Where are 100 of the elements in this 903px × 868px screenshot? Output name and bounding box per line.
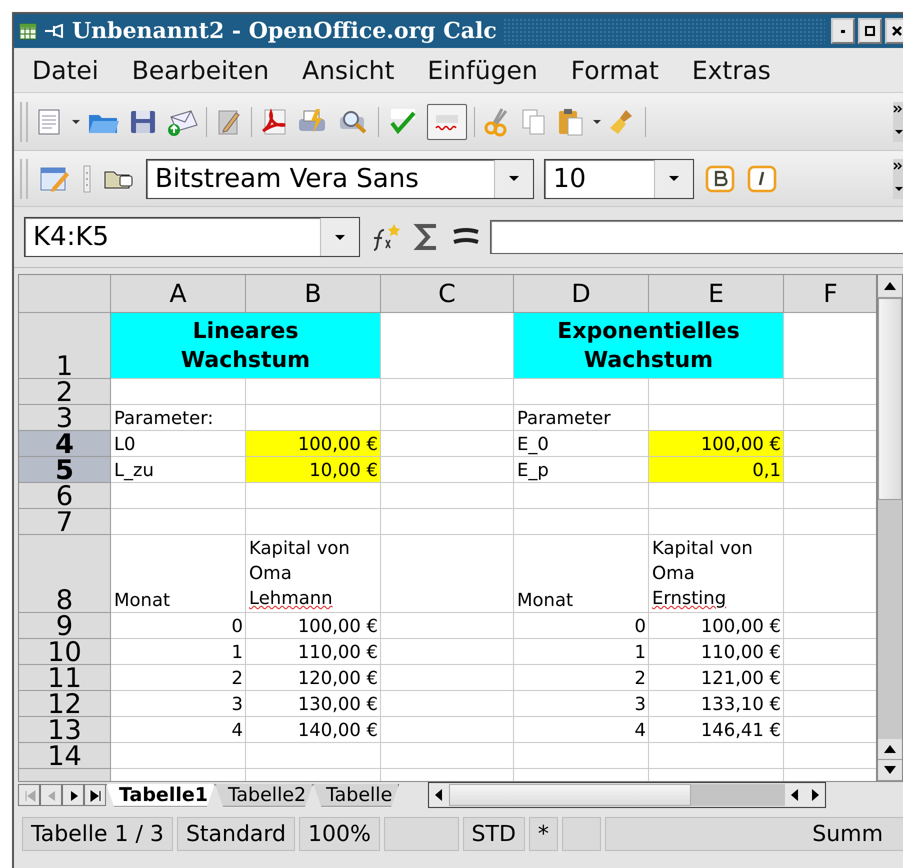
table-cell: Monat bbox=[111, 535, 246, 613]
row-header[interactable]: 2 bbox=[19, 379, 111, 405]
row-header[interactable]: 9 bbox=[19, 613, 111, 639]
font-name-field[interactable]: Bitstream Vera Sans bbox=[146, 158, 534, 198]
column-header[interactable]: E bbox=[649, 275, 784, 313]
close-icon bbox=[892, 26, 902, 36]
pin-icon[interactable] bbox=[44, 24, 66, 38]
table-cell: 120,00 € bbox=[246, 665, 381, 691]
cell-text-line: Lehmann bbox=[249, 587, 333, 611]
table-cell: 1 bbox=[111, 639, 246, 665]
spreadsheet-icon bbox=[18, 21, 38, 41]
table-cell: 2 bbox=[111, 665, 246, 691]
table-cell: 1 bbox=[514, 639, 649, 665]
menu-item[interactable]: Extras bbox=[692, 56, 771, 84]
dropdown-arrow-icon[interactable] bbox=[335, 234, 345, 240]
status-field: Standard bbox=[176, 817, 296, 851]
auto-spellcheck-button[interactable] bbox=[427, 104, 467, 140]
column-header[interactable]: A bbox=[111, 275, 246, 313]
row-header[interactable]: 1 bbox=[19, 313, 111, 379]
sheet-tab[interactable]: Tabelle2 bbox=[214, 784, 314, 806]
table-cell: 0 bbox=[514, 613, 649, 639]
table-cell: Monat bbox=[514, 535, 649, 613]
row-header[interactable]: 8 bbox=[19, 535, 111, 613]
status-field: 100% bbox=[299, 817, 380, 851]
status-field: Tabelle 1 / 3 bbox=[22, 817, 173, 851]
dropdown-arrow-icon[interactable] bbox=[509, 175, 519, 182]
table-cell: 100,00 € bbox=[246, 613, 381, 639]
table-cell: Parameter bbox=[514, 405, 649, 431]
table-cell: 0 bbox=[111, 613, 246, 639]
menu-item[interactable]: Bearbeiten bbox=[132, 56, 270, 84]
minimize-button[interactable] bbox=[831, 18, 855, 44]
first-sheet-icon[interactable] bbox=[18, 784, 40, 806]
window-title: Unbenannt2 - OpenOffice.org Calc bbox=[72, 18, 497, 44]
table-cell: 133,10 € bbox=[649, 691, 784, 717]
row-header[interactable]: 11 bbox=[19, 665, 111, 691]
grip-icon[interactable] bbox=[82, 164, 92, 194]
table-cell: Exponentielles Wachstum bbox=[514, 313, 784, 379]
table-cell: 100,00 € bbox=[246, 431, 381, 457]
name-box[interactable]: K4:K5 bbox=[24, 217, 360, 257]
next-sheet-icon[interactable] bbox=[62, 784, 84, 806]
table-cell: Parameter: bbox=[111, 405, 246, 431]
status-field: * bbox=[528, 817, 558, 851]
menu-item[interactable]: Format bbox=[570, 56, 659, 84]
table-cell: Lineares Wachstum bbox=[111, 313, 381, 379]
cell-text-line: Kapital von bbox=[652, 537, 753, 561]
horizontal-scrollbar[interactable] bbox=[428, 782, 826, 808]
table-cell: 130,00 € bbox=[246, 691, 381, 717]
row-header[interactable]: 14 bbox=[19, 743, 111, 769]
status-field bbox=[562, 817, 602, 851]
toolbar-grip[interactable] bbox=[20, 158, 28, 198]
row-header[interactable]: 3 bbox=[19, 405, 111, 431]
minimize-icon bbox=[839, 27, 847, 35]
row-header[interactable]: 5 bbox=[19, 457, 111, 483]
table-cell: 4 bbox=[111, 717, 246, 743]
column-header[interactable]: D bbox=[514, 275, 649, 313]
cell-text-line: Oma bbox=[652, 562, 695, 586]
overflow-icon[interactable] bbox=[893, 158, 903, 198]
row-header[interactable]: 4 bbox=[19, 431, 111, 457]
table-cell: 121,00 € bbox=[649, 665, 784, 691]
toolbar-grip[interactable] bbox=[20, 102, 28, 142]
table-cell: 3 bbox=[111, 691, 246, 717]
maximize-button[interactable] bbox=[858, 18, 882, 44]
vertical-scrollbar[interactable] bbox=[877, 274, 903, 782]
column-header[interactable]: C bbox=[381, 275, 514, 313]
table-cell: 110,00 € bbox=[246, 639, 381, 665]
menu-item[interactable]: Datei bbox=[32, 56, 99, 84]
sheet-tab[interactable]: Tabelle bbox=[313, 784, 400, 806]
row-header[interactable]: 13 bbox=[19, 717, 111, 743]
bold-icon[interactable] bbox=[704, 164, 736, 194]
last-sheet-icon[interactable] bbox=[84, 784, 106, 806]
italic-icon[interactable] bbox=[746, 164, 778, 194]
table-cell: 10,00 € bbox=[246, 457, 381, 483]
row-header[interactable]: 10 bbox=[19, 639, 111, 665]
previous-sheet-icon[interactable] bbox=[40, 784, 62, 806]
table-cell: 0,1 bbox=[649, 457, 784, 483]
row-header[interactable]: 7 bbox=[19, 509, 111, 535]
table-cell: 100,00 € bbox=[649, 613, 784, 639]
dropdown-arrow-icon[interactable] bbox=[593, 118, 601, 124]
close-button[interactable] bbox=[885, 18, 903, 44]
status-field: Summ bbox=[605, 817, 903, 851]
font-size-field[interactable]: 10 bbox=[544, 158, 694, 198]
dropdown-arrow-icon[interactable] bbox=[72, 118, 80, 124]
menu-item[interactable]: Einfügen bbox=[427, 56, 538, 84]
row-header[interactable]: 12 bbox=[19, 691, 111, 717]
column-header[interactable]: B bbox=[246, 275, 381, 313]
column-header[interactable]: F bbox=[784, 275, 876, 313]
menu-item[interactable]: Ansicht bbox=[302, 56, 394, 84]
overflow-icon[interactable] bbox=[893, 102, 903, 142]
dropdown-arrow-icon[interactable] bbox=[669, 175, 679, 182]
formula-input[interactable] bbox=[490, 220, 903, 254]
table-cell: 4 bbox=[514, 717, 649, 743]
table-cell: 100,00 € bbox=[649, 431, 784, 457]
table-cell: 3 bbox=[514, 691, 649, 717]
maximize-icon bbox=[865, 26, 875, 36]
table-cell: 146,41 € bbox=[649, 717, 784, 743]
row-header[interactable]: 6 bbox=[19, 483, 111, 509]
table-cell: 2 bbox=[514, 665, 649, 691]
table-cell: 140,00 € bbox=[246, 717, 381, 743]
sheet-tab[interactable]: Tabelle1 bbox=[106, 784, 215, 806]
status-field: STD bbox=[462, 817, 525, 851]
